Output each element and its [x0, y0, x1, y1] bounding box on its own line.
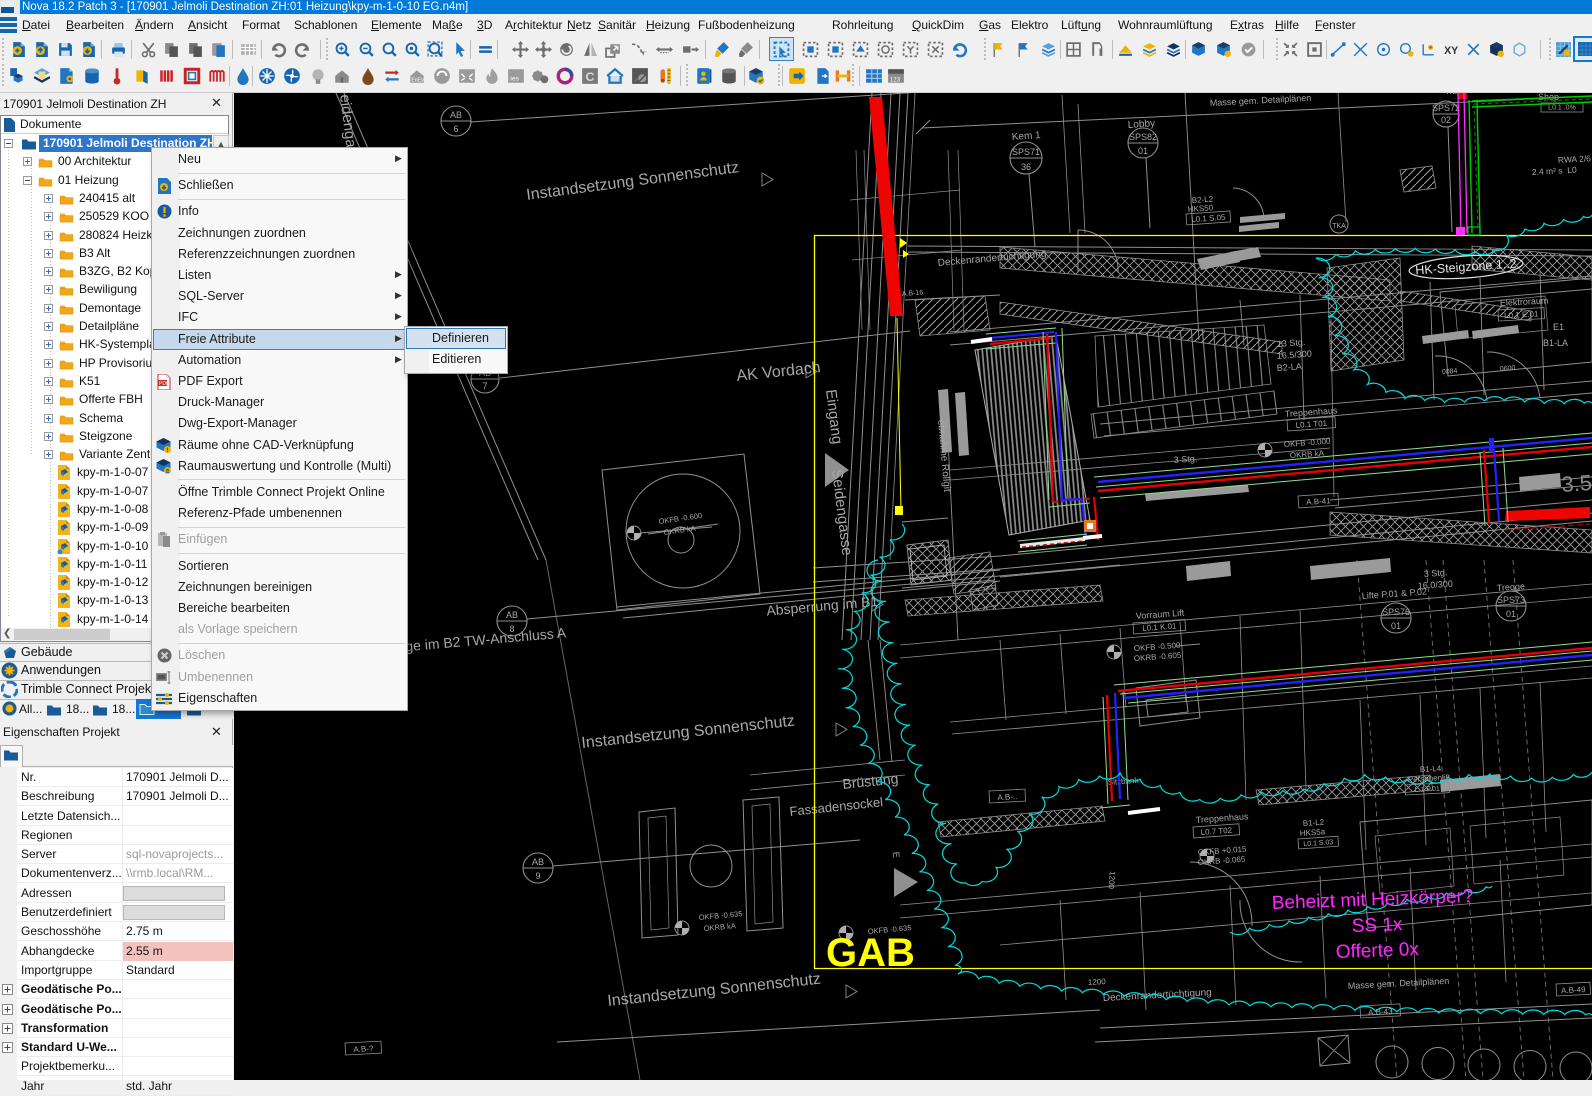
svg-text:02: 02: [1441, 115, 1451, 125]
svg-text:B2-LA: B2-LA: [1276, 361, 1302, 373]
svg-text:SS 1x: SS 1x: [1351, 914, 1403, 937]
svg-text:123: 123: [890, 77, 901, 84]
svg-text:Lobby: Lobby: [1127, 118, 1155, 131]
svg-text:1200: 1200: [1106, 871, 1117, 890]
svg-text:9: 9: [535, 871, 540, 881]
svg-text:EnEV: EnEV: [411, 78, 425, 84]
svg-text:PDF: PDF: [159, 381, 169, 387]
svg-text:3 Stg.: 3 Stg.: [1173, 453, 1197, 465]
svg-text:01: 01: [1506, 609, 1516, 619]
svg-text:0084: 0084: [1442, 368, 1458, 376]
svg-text:7: 7: [482, 381, 487, 391]
svg-text:L.1 P.01: L.1 P.01: [1415, 786, 1441, 794]
svg-text:A.B-16: A.B-16: [902, 290, 924, 298]
svg-text:3 Stg.: 3 Stg.: [1423, 567, 1447, 579]
svg-text:SPS76: SPS76: [1382, 607, 1410, 617]
svg-text:A.B-49: A.B-49: [1561, 985, 1586, 995]
svg-text:GAB: GAB: [826, 931, 915, 975]
svg-text:3.5: 3.5: [1561, 470, 1592, 497]
svg-text:A.B-..: A.B-..: [997, 792, 1017, 802]
svg-text:E: E: [891, 851, 901, 858]
svg-text:6: 6: [453, 124, 458, 134]
svg-text:01: 01: [1391, 621, 1401, 631]
svg-text:SPS72: SPS72: [1432, 103, 1460, 113]
svg-text:TKA: TKA: [1332, 223, 1346, 230]
svg-text:XY: XY: [1444, 45, 1458, 57]
svg-text:A.B-41: A.B-41: [1306, 496, 1332, 507]
svg-text:L0.1 E.01: L0.1 E.01: [1504, 309, 1539, 320]
svg-text:HKS5a: HKS5a: [1300, 827, 1326, 838]
svg-text:Offerte 0x: Offerte 0x: [1335, 939, 1419, 963]
svg-text:ies: ies: [510, 76, 519, 83]
svg-text:SPS82: SPS82: [1129, 132, 1157, 142]
svg-text:Kem 1: Kem 1: [1011, 130, 1041, 143]
svg-text:C: C: [586, 70, 595, 84]
svg-text:L0.1 .0%: L0.1 .0%: [1548, 105, 1576, 112]
svg-text:SPS73: SPS73: [1497, 595, 1525, 605]
svg-text:E1: E1: [1553, 322, 1564, 332]
svg-text:8: 8: [509, 624, 514, 634]
svg-text:B1-LA: B1-LA: [1543, 338, 1568, 348]
svg-text:0600: 0600: [1500, 365, 1516, 373]
svg-text:AB: AB: [450, 110, 462, 120]
svg-text:AB: AB: [532, 857, 544, 867]
svg-text:13 Stg.: 13 Stg.: [1276, 337, 1305, 349]
svg-text:A.B-?: A.B-?: [353, 1044, 374, 1054]
svg-text:1200: 1200: [1088, 977, 1107, 987]
svg-text:RWA 2/6: RWA 2/6: [1558, 153, 1592, 165]
svg-text:01: 01: [1138, 146, 1148, 156]
svg-text:36: 36: [1021, 162, 1031, 172]
svg-text:AB: AB: [506, 610, 518, 620]
svg-text:B1-L2: B1-L2: [1303, 817, 1325, 828]
svg-text:SPS71: SPS71: [1012, 147, 1040, 157]
